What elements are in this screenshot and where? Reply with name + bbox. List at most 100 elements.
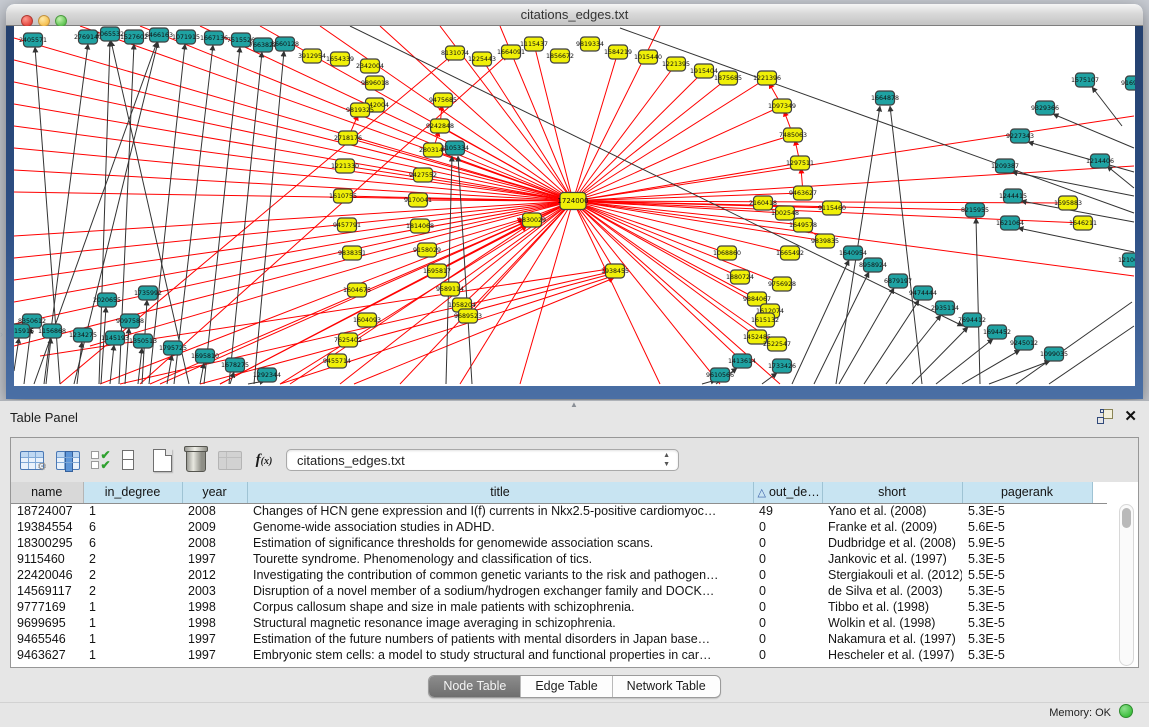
close-panel-icon[interactable]: ✕ [1124, 407, 1137, 425]
table-cell[interactable]: 19384554 [11, 519, 83, 535]
table-row[interactable]: 1872400712008Changes of HCN gene express… [11, 503, 1107, 519]
graph-node[interactable]: 9329366 [1031, 101, 1059, 115]
graph-node[interactable]: 1145193 [101, 331, 129, 345]
graph-node[interactable]: 1694452 [983, 325, 1011, 339]
graph-node[interactable]: 1856672 [546, 49, 574, 63]
red-edge[interactable] [573, 64, 676, 201]
table-cell[interactable]: Tourette syndrome. Phenomenology and cla… [247, 551, 753, 567]
graph-node[interactable]: 1615132 [751, 313, 779, 327]
table-cell[interactable]: 5.3E-5 [962, 599, 1092, 615]
table-cell[interactable]: Estimation of significance thresholds fo… [247, 535, 753, 551]
graph-node[interactable]: 1210655 [1118, 253, 1135, 267]
graph-node[interactable]: 1938455 [601, 264, 629, 278]
table-cell[interactable]: 6 [83, 535, 182, 551]
table-cell[interactable]: Embryonic stem cells: a model to study s… [247, 647, 753, 663]
graph-node[interactable]: 1795725 [159, 341, 187, 355]
table-cell[interactable]: 5.5E-5 [962, 567, 1092, 583]
table-cell[interactable]: 1 [83, 615, 182, 631]
table-cell[interactable]: 2008 [182, 503, 247, 519]
graph-node[interactable]: 9838351 [338, 246, 366, 260]
table-row[interactable]: 911546021997Tourette syndrome. Phenomeno… [11, 551, 1107, 567]
graph-node[interactable]: 9158029 [413, 243, 441, 257]
graph-node[interactable]: 1575107 [1071, 73, 1099, 87]
graph-node[interactable]: 6466163 [145, 28, 173, 42]
graph-node[interactable]: 1221330 [331, 159, 359, 173]
graph-node[interactable]: 9756928 [768, 277, 796, 291]
float-panel-icon[interactable] [1097, 409, 1113, 424]
red-edge[interactable] [14, 126, 573, 201]
table-cell[interactable]: de Silva et al. (2003) [822, 583, 962, 599]
table-scrollbar[interactable] [1119, 504, 1134, 666]
graph-node[interactable]: 1209387 [991, 159, 1019, 173]
memory-status-indicator[interactable] [1119, 704, 1133, 718]
graph-node[interactable]: 1664878 [871, 91, 899, 105]
graph-node[interactable]: 9819325 [346, 103, 374, 117]
red-edge[interactable] [573, 166, 1134, 201]
graph-node[interactable]: 1649578 [789, 218, 817, 232]
graph-node[interactable]: 1695810 [191, 349, 219, 363]
table-cell[interactable]: 0 [753, 567, 822, 583]
black-edge[interactable] [1028, 142, 1134, 172]
black-edge[interactable] [836, 106, 880, 384]
table-cell[interactable]: Tibbo et al. (1998) [822, 599, 962, 615]
graph-node[interactable]: 9170041 [404, 193, 432, 207]
black-edge[interactable] [936, 339, 993, 384]
table-row[interactable]: 1830029562008Estimation of significance … [11, 535, 1107, 551]
red-edge[interactable] [14, 201, 573, 258]
graph-node[interactable]: 1297511 [786, 156, 814, 170]
graph-node[interactable]: 9245012 [1010, 336, 1038, 350]
tab-edge-table[interactable]: Edge Table [521, 676, 612, 697]
red-edge[interactable] [573, 163, 800, 201]
graph-node[interactable]: 2522547 [763, 337, 791, 351]
new-file-icon[interactable] [147, 445, 177, 475]
graph-node[interactable]: 9839835 [811, 234, 839, 248]
graph-node[interactable]: 9610566 [706, 368, 734, 382]
table-settings-icon[interactable]: ⚙ [17, 445, 47, 475]
table-cell[interactable]: Hescheler et al. (1997) [822, 647, 962, 663]
graph-node[interactable]: 1221396 [753, 71, 781, 85]
graph-node[interactable]: 1221395 [662, 57, 690, 71]
table-cell[interactable]: Dudbridge et al. (2008) [822, 535, 962, 551]
black-edge[interactable] [864, 300, 919, 384]
hub-graph-node[interactable]: 1724000 [557, 193, 588, 210]
graph-node[interactable]: 9169885 [1121, 76, 1135, 90]
table-cell[interactable]: 0 [753, 647, 822, 663]
graph-node[interactable]: 1814068 [406, 219, 434, 233]
table-cell[interactable]: 5.3E-5 [962, 631, 1092, 647]
black-edge[interactable] [350, 26, 963, 326]
red-edge[interactable] [14, 82, 573, 201]
graph-node[interactable]: 9463627 [789, 186, 817, 200]
graph-node[interactable]: 9474444 [909, 286, 937, 300]
graph-node[interactable]: 9896018 [361, 76, 389, 90]
delete-icon[interactable] [181, 445, 211, 475]
table-cell[interactable]: 0 [753, 631, 822, 647]
graph-node[interactable]: 1156868 [38, 324, 66, 338]
table-cell[interactable]: Structural magnetic resonance image aver… [247, 615, 753, 631]
table-cell[interactable]: 2 [83, 567, 182, 583]
graph-node[interactable]: 9475685 [429, 93, 457, 107]
table-cell[interactable]: 2008 [182, 535, 247, 551]
graph-node[interactable]: 1225443 [468, 52, 496, 66]
tab-node-table[interactable]: Node Table [429, 676, 521, 697]
graph-node[interactable]: 2020655 [93, 293, 121, 307]
graph-node[interactable]: 9427552 [409, 168, 437, 182]
table-cell[interactable]: Franke et al. (2009) [822, 519, 962, 535]
table-cell[interactable]: 49 [753, 503, 822, 519]
graph-node[interactable]: 1413614 [728, 354, 756, 368]
graph-node[interactable]: 2718176 [334, 131, 362, 145]
table-cell[interactable]: 9777169 [11, 599, 83, 615]
table-cell[interactable]: 6 [83, 519, 182, 535]
graph-node[interactable]: 1068860 [713, 246, 741, 260]
graph-node[interactable]: 1665492 [776, 246, 804, 260]
table-cell[interactable]: 2 [83, 551, 182, 567]
table-row[interactable]: 2242004622012Investigating the contribut… [11, 567, 1107, 583]
black-edge[interactable] [792, 260, 849, 384]
graph-node[interactable]: 1695817 [423, 264, 451, 278]
table-cell[interactable]: 1 [83, 503, 182, 519]
graph-node[interactable]: 9819334 [576, 37, 604, 51]
graph-node[interactable]: 2160418 [749, 196, 777, 210]
table-cell[interactable]: Estimation of the future numbers of pati… [247, 631, 753, 647]
panel-collapse-handle[interactable]: › [0, 330, 3, 339]
graph-node[interactable]: 1292344 [253, 368, 281, 382]
table-cell[interactable]: Investigating the contribution of common… [247, 567, 753, 583]
